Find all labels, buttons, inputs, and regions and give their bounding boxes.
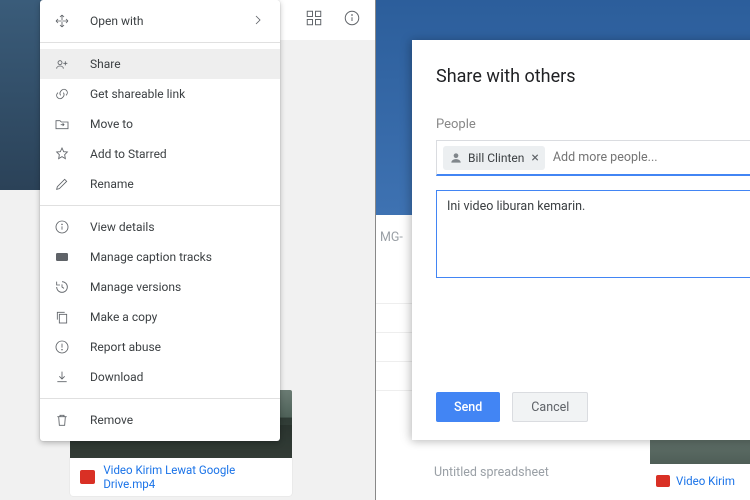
people-label: People [436,117,750,132]
share-icon [54,56,78,72]
info-icon[interactable] [343,9,361,31]
menu-versions[interactable]: Manage versions [40,272,280,302]
pencil-icon [54,176,78,192]
menu-report[interactable]: Report abuse [40,332,280,362]
menu-view-details[interactable]: View details [40,212,280,242]
star-icon [54,146,78,162]
info-icon [54,219,78,235]
menu-label: Open with [90,14,143,28]
ghost-video-label: Video Kirim [676,474,735,488]
menu-add-star[interactable]: Add to Starred [40,139,280,169]
menu-rename[interactable]: Rename [40,169,280,199]
add-people-input[interactable] [553,150,750,165]
message-textarea[interactable] [436,190,750,278]
menu-label: Make a copy [90,310,157,324]
people-input-row[interactable]: Bill Clinten × [436,140,750,176]
menu-remove[interactable]: Remove [40,405,280,435]
menu-share[interactable]: Share [40,49,280,79]
send-button[interactable]: Send [436,392,500,422]
ghost-file-label: MG- [380,230,403,245]
link-icon [54,86,78,102]
menu-captions[interactable]: CC Manage caption tracks [40,242,280,272]
menu-download[interactable]: Download [40,362,280,392]
cancel-button[interactable]: Cancel [512,392,588,422]
video-file-icon [656,475,670,487]
person-chip[interactable]: Bill Clinten × [443,146,545,170]
folder-move-icon [54,116,78,132]
chip-remove-icon[interactable]: × [531,150,538,166]
person-icon [449,151,463,165]
menu-get-link[interactable]: Get shareable link [40,79,280,109]
context-menu: Open with Share Get shareable link Move … [40,0,280,441]
share-dialog: Share with others People Bill Clinten × … [412,40,750,440]
history-icon [54,279,78,295]
menu-label: Download [90,370,143,384]
menu-label: Manage versions [90,280,181,294]
svg-text:CC: CC [59,255,65,261]
menu-label: Add to Starred [90,147,167,161]
menu-make-copy[interactable]: Make a copy [40,302,280,332]
menu-label: Rename [90,177,134,191]
download-icon [54,369,78,385]
menu-label: Get shareable link [90,87,185,101]
ghost-sheet-label: Untitled spreadsheet [434,465,549,480]
menu-open-with[interactable]: Open with [40,6,280,36]
menu-label: Move to [90,117,133,131]
menu-move-to[interactable]: Move to [40,109,280,139]
trash-icon [54,412,78,428]
open-with-icon [54,13,78,29]
grid-view-icon[interactable] [305,9,323,31]
menu-label: Share [90,57,121,71]
cc-icon: CC [54,249,78,265]
menu-label: Report abuse [90,340,161,354]
menu-label: Manage caption tracks [90,250,212,264]
copy-icon [54,309,78,325]
chip-name: Bill Clinten [468,151,524,165]
menu-label: Remove [90,413,133,427]
ghost-video-caption: Video Kirim [650,464,750,498]
menu-label: View details [90,220,155,234]
dialog-title: Share with others [436,66,750,87]
video-file-icon [80,470,95,484]
chevron-right-icon [250,12,266,31]
file-name: Video Kirim Lewat Google Drive.mp4 [103,463,282,491]
view-toolbar [275,0,375,40]
report-icon [54,339,78,355]
